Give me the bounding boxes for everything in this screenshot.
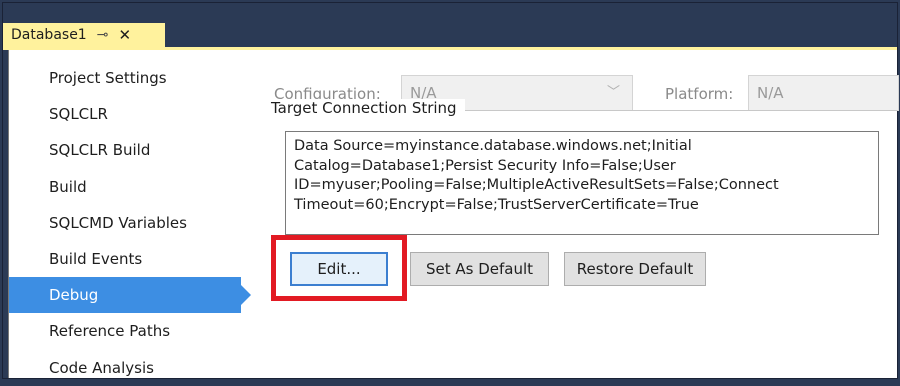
connection-string-line-1: Data Source=myinstance.database.windows.… — [294, 138, 692, 154]
platform-select[interactable]: N/A — [748, 75, 899, 111]
platform-label: Platform: — [665, 85, 734, 103]
document-tab[interactable]: Database1 ⊸ ✕ — [3, 23, 165, 47]
sidebar-item-code-analysis[interactable]: Code Analysis — [9, 350, 249, 386]
platform-value: N/A — [757, 84, 784, 102]
sidebar-item-reference-paths[interactable]: Reference Paths — [9, 313, 249, 349]
sidebar-item-sqlclr-build[interactable]: SQLCLR Build — [9, 132, 249, 168]
edit-button-highlight — [271, 235, 407, 301]
set-as-default-button[interactable]: Set As Default — [410, 252, 549, 286]
sidebar-item-debug[interactable]: Debug — [9, 277, 251, 314]
restore-default-button[interactable]: Restore Default — [564, 252, 706, 286]
connection-string-line-4: Timeout=60;Encrypt=False;TrustServerCert… — [294, 196, 699, 213]
pin-icon[interactable]: ⊸ — [97, 27, 109, 43]
sidebar: Project Settings SQLCLR SQLCLR Build Bui… — [9, 60, 251, 386]
connection-group-title: Target Connection String — [271, 99, 465, 117]
sidebar-item-project-settings[interactable]: Project Settings — [9, 60, 249, 96]
sidebar-item-sqlclr[interactable]: SQLCLR — [9, 96, 249, 132]
sidebar-item-sqlcmd-variables[interactable]: SQLCMD Variables — [9, 205, 249, 241]
chevron-down-icon: ﹀ — [606, 85, 620, 100]
connection-string-line-2: Catalog=Database1;Persist Security Info=… — [294, 157, 676, 174]
sidebar-item-build[interactable]: Build — [9, 169, 249, 205]
connection-string-line-3: ID=myuser;Pooling=False;MultipleActiveRe… — [294, 177, 779, 193]
connection-string-field: Data Source=myinstance.database.windows.… — [285, 131, 879, 235]
window-frame: Database1 ⊸ ✕ Project Settings SQLCLR SQ… — [2, 2, 899, 379]
close-icon[interactable]: ✕ — [118, 26, 131, 44]
sidebar-item-build-events[interactable]: Build Events — [9, 241, 249, 277]
document-tab-title: Database1 — [11, 27, 87, 43]
